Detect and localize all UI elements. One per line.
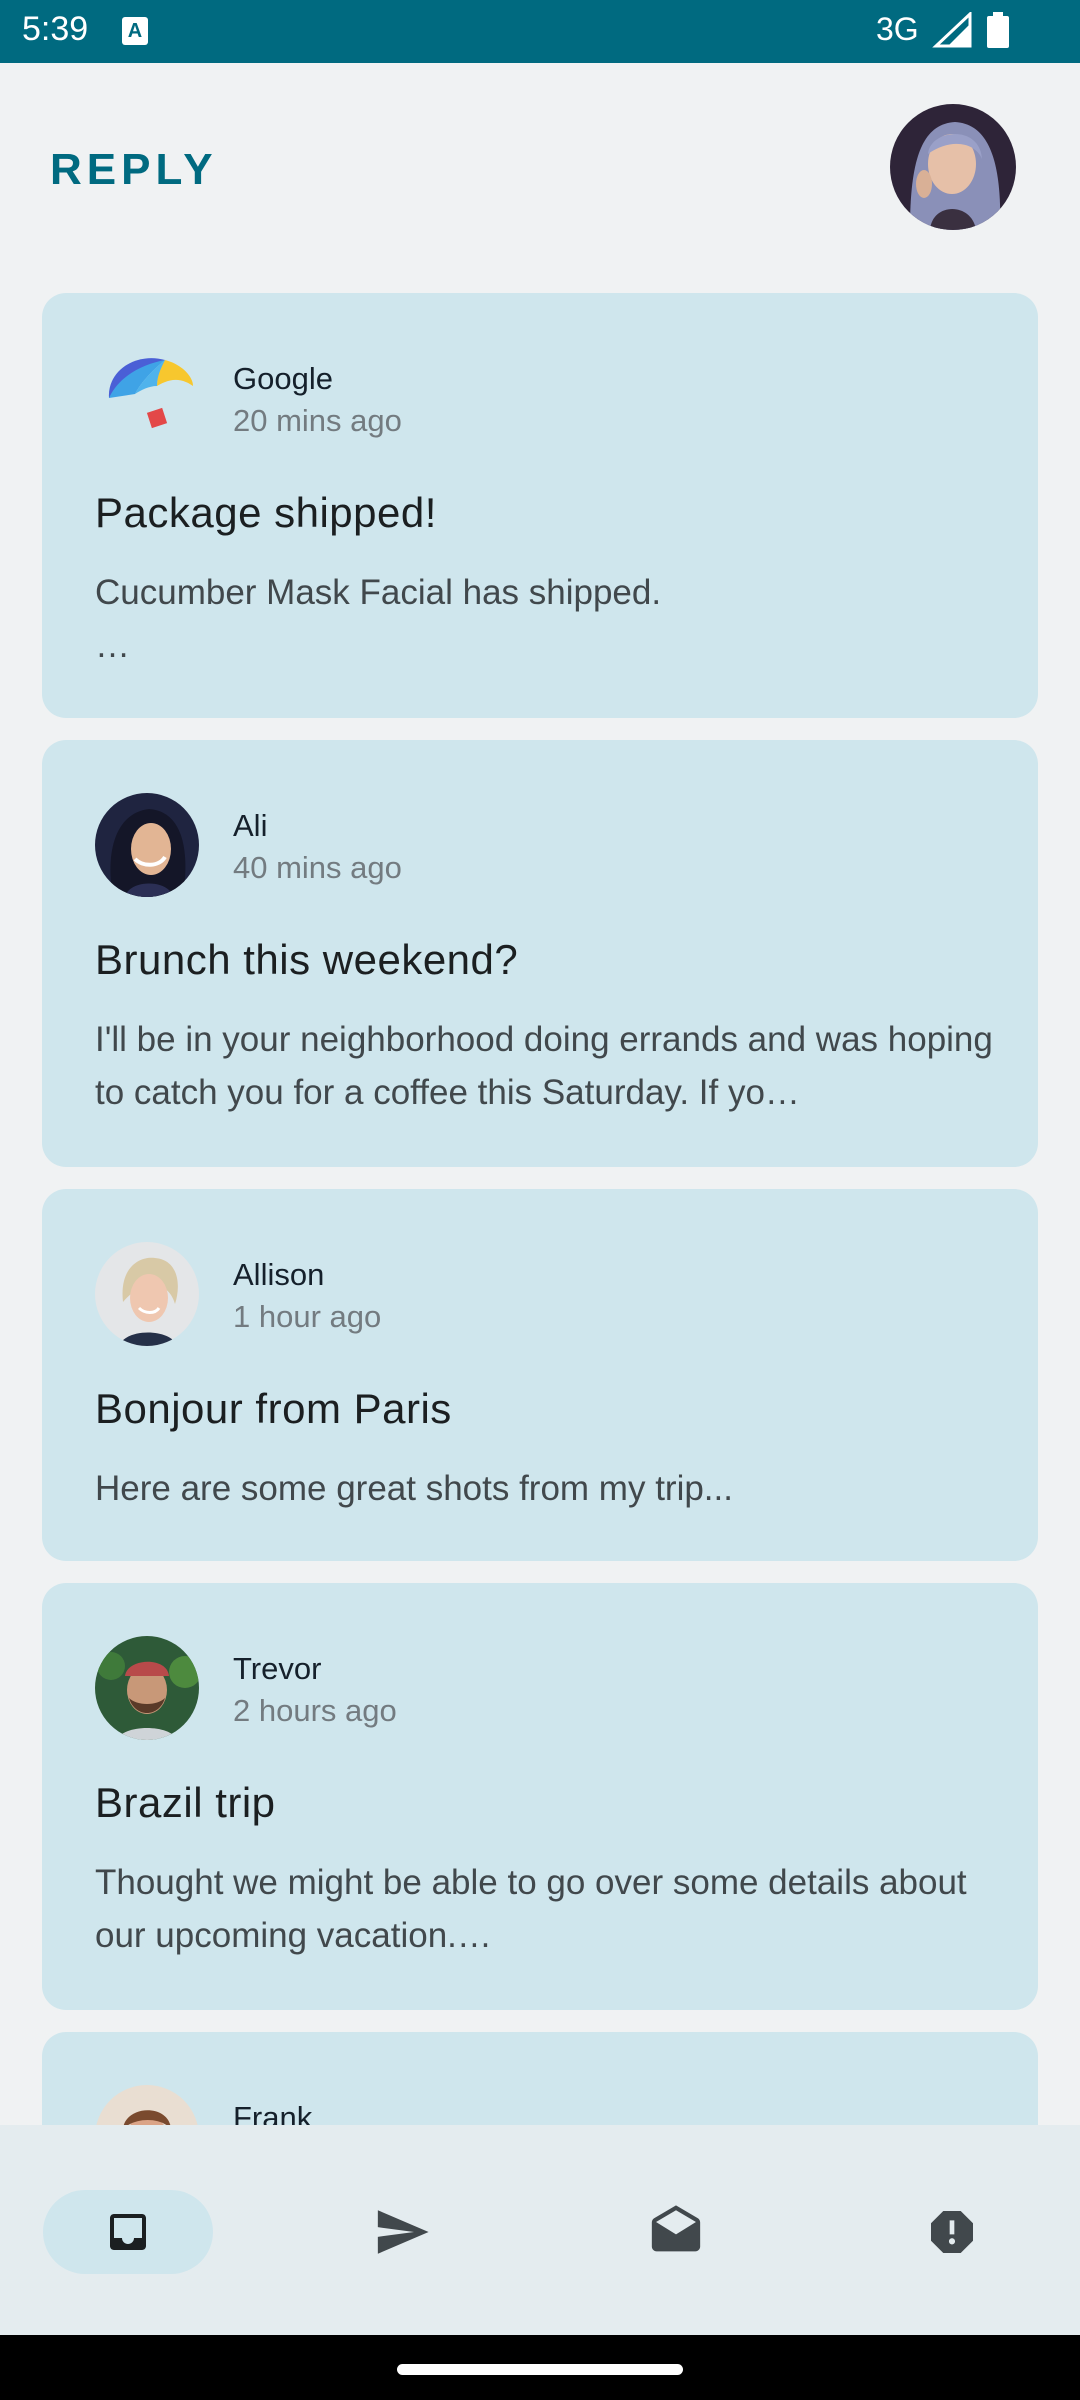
- status-time: 5:39: [22, 10, 89, 48]
- email-subject: Package shipped!: [95, 489, 437, 536]
- email-time: 1 hour ago: [233, 1299, 382, 1334]
- nav-spam[interactable]: [867, 2190, 1037, 2274]
- user-avatar-icon: [890, 104, 1016, 230]
- status-bar: 5:39 A 3G: [0, 0, 1080, 63]
- nav-sent[interactable]: [317, 2190, 487, 2274]
- app-title: REPLY: [50, 145, 218, 194]
- email-time: 40 mins ago: [233, 850, 402, 885]
- email-subject: Bonjour from Paris: [95, 1385, 452, 1432]
- email-preview: Cucumber Mask Facial has shipped. …: [95, 573, 662, 665]
- sender-name: Allison: [233, 1257, 325, 1292]
- bottom-navigation: [0, 2125, 1080, 2335]
- inbox-icon: [110, 2214, 146, 2250]
- frank-avatar: [95, 2085, 199, 2125]
- drafts-icon: [651, 2205, 701, 2252]
- sender-name: Frank: [233, 2100, 313, 2125]
- email-preview: I'll be in your neighborhood doing erran…: [95, 1020, 993, 1112]
- ali-avatar: [95, 793, 199, 897]
- email-card[interactable]: Google 20 mins ago Package shipped! Cucu…: [42, 293, 1038, 718]
- google-umbrella-logo: [108, 358, 193, 429]
- email-card[interactable]: Frank: [42, 2032, 1038, 2125]
- sender-avatar: [95, 1636, 199, 1740]
- sender-avatar: [95, 346, 199, 450]
- sender-name: Ali: [233, 808, 268, 843]
- email-subject: Brazil trip: [95, 1779, 276, 1826]
- send-icon: [377, 2210, 429, 2254]
- sender-avatar: [95, 793, 199, 897]
- email-time: 20 mins ago: [233, 403, 402, 438]
- sender-avatar: [95, 2085, 199, 2125]
- home-gesture-handle[interactable]: [397, 2364, 683, 2375]
- sender-name: Google: [233, 361, 333, 396]
- email-preview: Thought we might be able to go over some…: [95, 1863, 967, 1955]
- email-card[interactable]: Trevor 2 hours ago Brazil trip Thought w…: [42, 1583, 1038, 2010]
- notification-icon: A: [122, 17, 148, 45]
- email-time: 2 hours ago: [233, 1693, 397, 1728]
- email-subject: Brunch this weekend?: [95, 936, 519, 983]
- system-gesture-bar: [0, 2335, 1080, 2400]
- signal-icon: [932, 12, 972, 48]
- email-list: Google 20 mins ago Package shipped! Cucu…: [0, 293, 1080, 2125]
- sender-avatar: [95, 1242, 199, 1346]
- allison-avatar: [95, 1242, 199, 1346]
- network-type: 3G: [876, 11, 919, 47]
- battery-icon: [987, 12, 1009, 48]
- email-card[interactable]: Ali 40 mins ago Brunch this weekend? I'l…: [42, 740, 1038, 1167]
- report-icon: [931, 2211, 973, 2253]
- nav-drafts[interactable]: [591, 2190, 761, 2274]
- email-preview: Here are some great shots from my trip..…: [95, 1469, 733, 1508]
- sender-name: Trevor: [233, 1651, 322, 1686]
- email-card[interactable]: Allison 1 hour ago Bonjour from Paris He…: [42, 1189, 1038, 1561]
- nav-inbox[interactable]: [43, 2190, 213, 2274]
- profile-avatar[interactable]: [890, 104, 1016, 230]
- trevor-avatar: [95, 1636, 199, 1740]
